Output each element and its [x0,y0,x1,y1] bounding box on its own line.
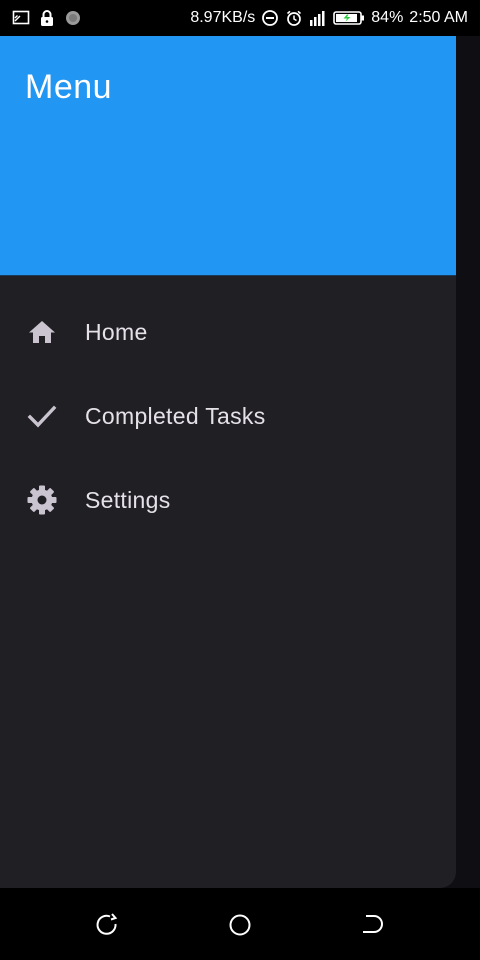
do-not-disturb-icon [261,9,279,27]
network-speed: 8.97KB/s [190,9,256,26]
menu-item-label: Completed Tasks [85,402,266,429]
drawer-header: Menu [0,36,456,276]
screen: 8.97KB/s 84% 2:50 AM Menu Home Completed… [0,0,480,960]
menu-item-label: Home [85,318,148,345]
battery-percent: 84% [371,9,404,26]
system-nav-bar [0,888,480,960]
recents-button[interactable] [94,912,120,938]
status-right-area: 8.97KB/s 84% 2:50 AM [190,0,468,36]
check-icon [26,400,58,432]
gear-icon [26,484,58,516]
menu-item-home[interactable]: Home [0,290,456,374]
battery-charging-icon [333,9,365,27]
clock: 2:50 AM [409,9,468,26]
menu-item-settings[interactable]: Settings [0,458,456,542]
drawer-title: Menu [25,68,113,106]
status-bar: 8.97KB/s 84% 2:50 AM [0,0,480,36]
back-button[interactable] [360,912,386,938]
navigation-drawer: Menu Home Completed Tasks Settings [0,0,456,888]
circle-dot-icon [64,9,82,27]
alarm-icon [285,9,303,27]
status-left-icons [12,9,82,27]
screen-cast-icon [12,9,30,27]
home-icon [26,316,58,348]
menu-item-label: Settings [85,486,171,513]
menu-item-completed-tasks[interactable]: Completed Tasks [0,374,456,458]
home-button[interactable] [227,912,253,938]
signal-icon [309,9,327,27]
lock-icon [38,9,56,27]
drawer-menu-list: Home Completed Tasks Settings [0,290,456,542]
